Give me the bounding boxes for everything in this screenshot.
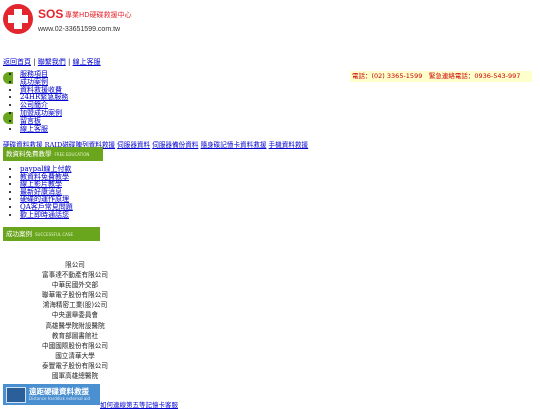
main-menu: 服務項目 成功案例 資料救援收費 24HR緊急服務 公司簡介 加盟成功案例 留言… bbox=[6, 70, 68, 134]
cat-server-backup[interactable]: 伺服器備份資料 bbox=[152, 141, 198, 149]
contact-phone: 電話：(02) 3365-1599 緊急連絡電話：0936-543-997 bbox=[350, 71, 532, 82]
menu-services[interactable]: 服務項目 bbox=[20, 70, 48, 78]
list-item: 聯華電子股份有限公司 bbox=[42, 291, 108, 300]
logo-url: www.02-33651599.com.tw bbox=[37, 26, 121, 33]
list-item: 中華民國外交部 bbox=[51, 281, 99, 290]
cases-banner-en: SUCCESSFUL CASE bbox=[35, 232, 73, 237]
edu-banner-en: FREE EDUCATION bbox=[54, 152, 90, 157]
contact-link[interactable]: 聯繫我們 bbox=[38, 58, 66, 66]
edu-im[interactable]: 歡上即時通話您 bbox=[20, 211, 69, 219]
edu-banner-title: 教資料免費教學 bbox=[6, 150, 52, 158]
footer-link[interactable]: 如何連線第五等記憶卡客服 bbox=[100, 399, 178, 409]
list-item: 國軍高雄總醫院 bbox=[51, 372, 99, 381]
cases-list: 限公司 富事達不動產有限公司 中華民國外交部 聯華電子股份有限公司 鴻海精密工業… bbox=[0, 260, 150, 381]
list-item: 國立清華大學 bbox=[55, 351, 95, 360]
remote-rescue-banner[interactable]: 遠距硬碟資料救援 Distance harddisk external aid bbox=[3, 384, 100, 405]
cat-phone[interactable]: 手機資料救援 bbox=[269, 141, 309, 149]
list-item: 中國國際股份有限公司 bbox=[42, 341, 108, 350]
list-item: 富事達不動產有限公司 bbox=[42, 271, 108, 280]
cases-banner: 成功案例 SUCCESSFUL CASE bbox=[3, 227, 100, 241]
list-item: 鴻海精密工業(股)公司 bbox=[42, 301, 108, 310]
computer-icon bbox=[6, 387, 26, 403]
list-item: 教育部圖書館社 bbox=[51, 331, 99, 340]
logo[interactable]: SOS 專業HD硬碟救援中心 www.02-33651599.com.tw bbox=[2, 2, 135, 38]
home-link[interactable]: 返回首頁 bbox=[3, 58, 31, 66]
medical-cross-icon bbox=[3, 4, 33, 34]
cat-server[interactable]: 伺服器資料 bbox=[117, 141, 150, 149]
edu-links: paypal線上付款 教資料免費教學 線上影片教學 最新好康消息 硬碟的運作原理… bbox=[6, 165, 73, 220]
menu-item: 線上客服 bbox=[20, 125, 68, 134]
menu-online-service[interactable]: 線上客服 bbox=[20, 125, 48, 133]
top-nav: 返回首頁 | 聯繫我們 | 線上客服 bbox=[3, 58, 101, 66]
menu-cases[interactable]: 成功案例 bbox=[20, 78, 48, 86]
menu-franchise[interactable]: 加盟成功案例 bbox=[20, 109, 62, 117]
edu-banner: 教資料免費教學 FREE EDUCATION bbox=[3, 147, 103, 161]
cat-usb-card[interactable]: 隨身碟記憶卡資料救援 bbox=[201, 141, 267, 149]
online-service-link[interactable]: 線上客服 bbox=[73, 58, 101, 66]
list-item: 泰豐電子股份有限公司 bbox=[42, 361, 108, 370]
list-item: 中央選舉委員會 bbox=[51, 311, 99, 320]
menu-guestbook[interactable]: 留言板 bbox=[20, 117, 41, 125]
remote-banner-en: Distance harddisk external aid bbox=[29, 396, 91, 401]
logo-title: 專業HD硬碟救援中心 bbox=[65, 10, 132, 19]
list-item: 高雄醫學院附設醫院 bbox=[45, 321, 105, 330]
list-item: 歡上即時通話您 bbox=[20, 211, 73, 220]
menu-about[interactable]: 公司簡介 bbox=[20, 101, 48, 109]
list-item: 限公司 bbox=[65, 261, 85, 269]
logo-sos: SOS bbox=[38, 7, 63, 21]
cases-banner-title: 成功案例 bbox=[6, 230, 32, 238]
